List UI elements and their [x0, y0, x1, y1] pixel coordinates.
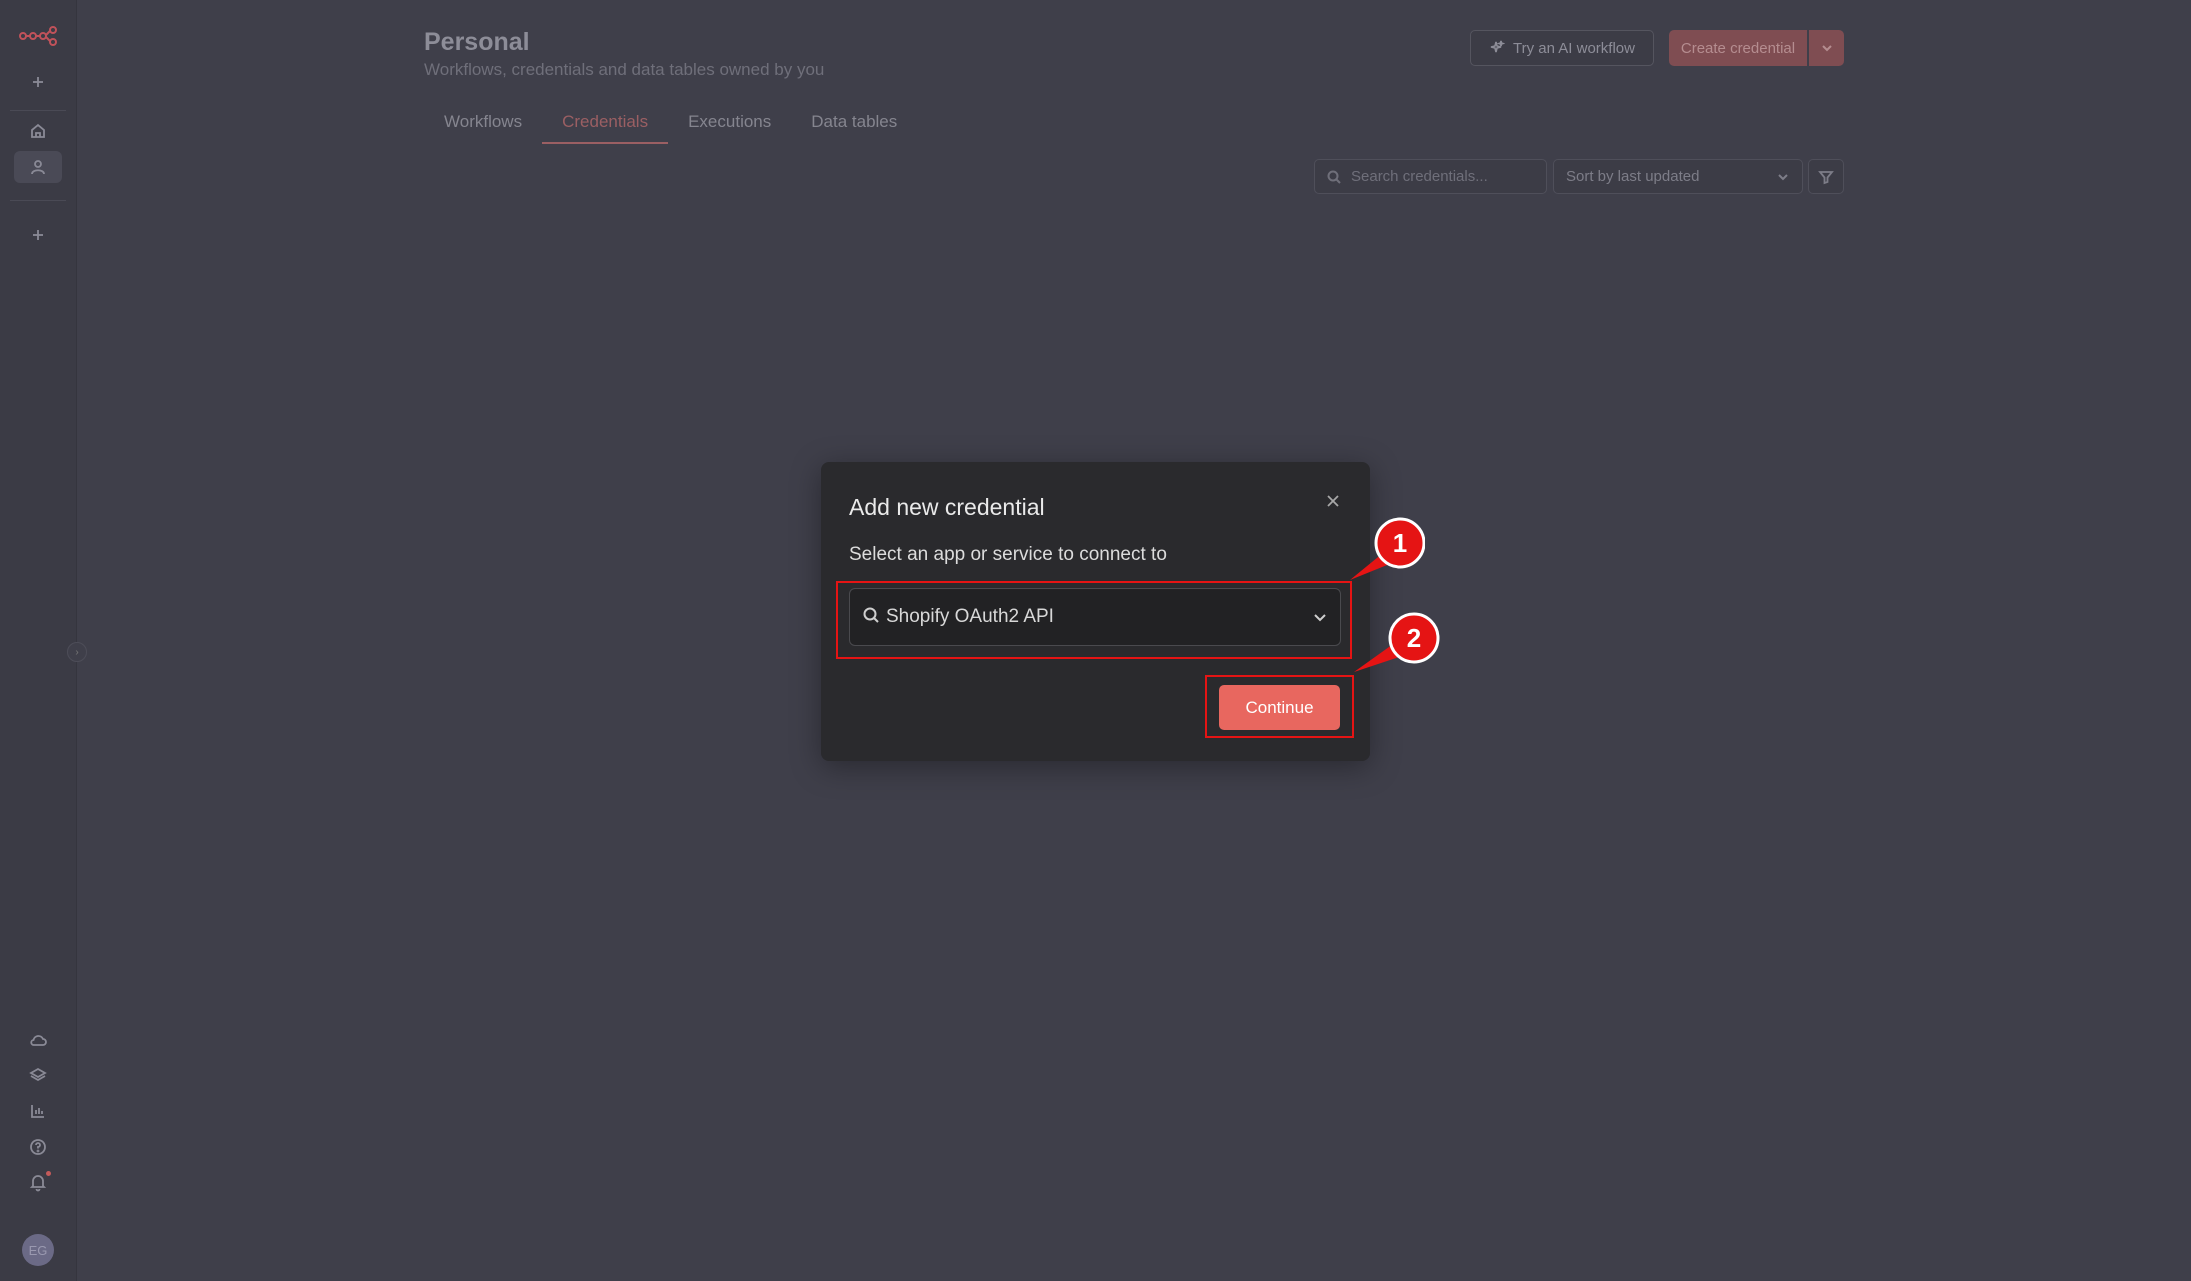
bell-icon	[29, 1175, 47, 1192]
sidebar-item-help[interactable]	[14, 1131, 62, 1163]
create-options-button[interactable]	[1809, 30, 1844, 66]
sidebar-divider	[10, 110, 66, 111]
sidebar-item-insights[interactable]	[14, 1095, 62, 1127]
sidebar-item-templates[interactable]	[14, 1059, 62, 1091]
search-input[interactable]: Search credentials...	[1314, 159, 1547, 194]
chevron-down-icon	[1778, 173, 1788, 180]
sort-select[interactable]: Sort by last updated	[1553, 159, 1803, 194]
annotation-number-2: 2	[1407, 623, 1421, 653]
sidebar-item-personal[interactable]	[14, 151, 62, 183]
avatar[interactable]: EG	[22, 1234, 54, 1266]
search-placeholder: Search credentials...	[1351, 168, 1488, 185]
tabs: Workflows Credentials Executions Data ta…	[424, 100, 917, 144]
sidebar-item-notifications[interactable]	[14, 1166, 62, 1198]
close-button[interactable]	[1324, 492, 1342, 510]
tab-data-tables[interactable]: Data tables	[791, 100, 917, 144]
create-credential-button[interactable]: Create credential	[1669, 30, 1807, 66]
sidebar-item-admin-panel[interactable]	[14, 1024, 62, 1056]
filter-icon	[1818, 170, 1834, 184]
plus-icon	[33, 230, 43, 240]
filter-button[interactable]	[1808, 159, 1844, 194]
page-subtitle: Workflows, credentials and data tables o…	[424, 60, 825, 79]
chevron-down-icon	[1821, 45, 1832, 52]
dialog-label: Select an app or service to connect to	[849, 544, 1167, 565]
chevron-right-icon: ›	[75, 646, 79, 658]
help-icon	[30, 1139, 46, 1155]
plus-icon	[33, 77, 43, 87]
chart-icon	[31, 1105, 44, 1118]
annotation-marker-2: 2	[1354, 612, 1440, 672]
sidebar: › EG	[0, 0, 87, 1281]
sparkles-icon	[1490, 40, 1505, 53]
close-icon	[1327, 495, 1339, 507]
tab-workflows[interactable]: Workflows	[424, 100, 542, 144]
try-ai-workflow-button[interactable]: Try an AI workflow	[1470, 30, 1654, 66]
n8n-logo-icon[interactable]	[18, 22, 58, 50]
tab-credentials[interactable]: Credentials	[542, 100, 669, 144]
annotation-number-1: 1	[1393, 528, 1407, 558]
sidebar-add-project-button[interactable]	[14, 219, 62, 251]
annotation-marker-1: 1	[1350, 517, 1425, 580]
sidebar-create-button[interactable]	[14, 66, 62, 98]
sidebar-collapse-button[interactable]: ›	[67, 642, 87, 662]
annotation-box-2	[1205, 675, 1354, 738]
sidebar-item-overview[interactable]	[14, 115, 62, 147]
tab-executions[interactable]: Executions	[668, 100, 791, 144]
cloud-icon	[30, 1035, 47, 1046]
page-title: Personal	[424, 28, 530, 56]
annotation-box-1	[836, 581, 1352, 659]
dialog-title: Add new credential	[849, 494, 1045, 520]
user-icon	[31, 160, 45, 175]
home-icon	[31, 123, 45, 138]
app-window: › EG Personal Workflows, credentials and…	[0, 0, 2191, 1281]
search-icon	[1327, 170, 1341, 184]
layers-icon	[29, 1067, 47, 1082]
sidebar-divider	[10, 200, 66, 201]
notification-dot	[46, 1171, 51, 1176]
